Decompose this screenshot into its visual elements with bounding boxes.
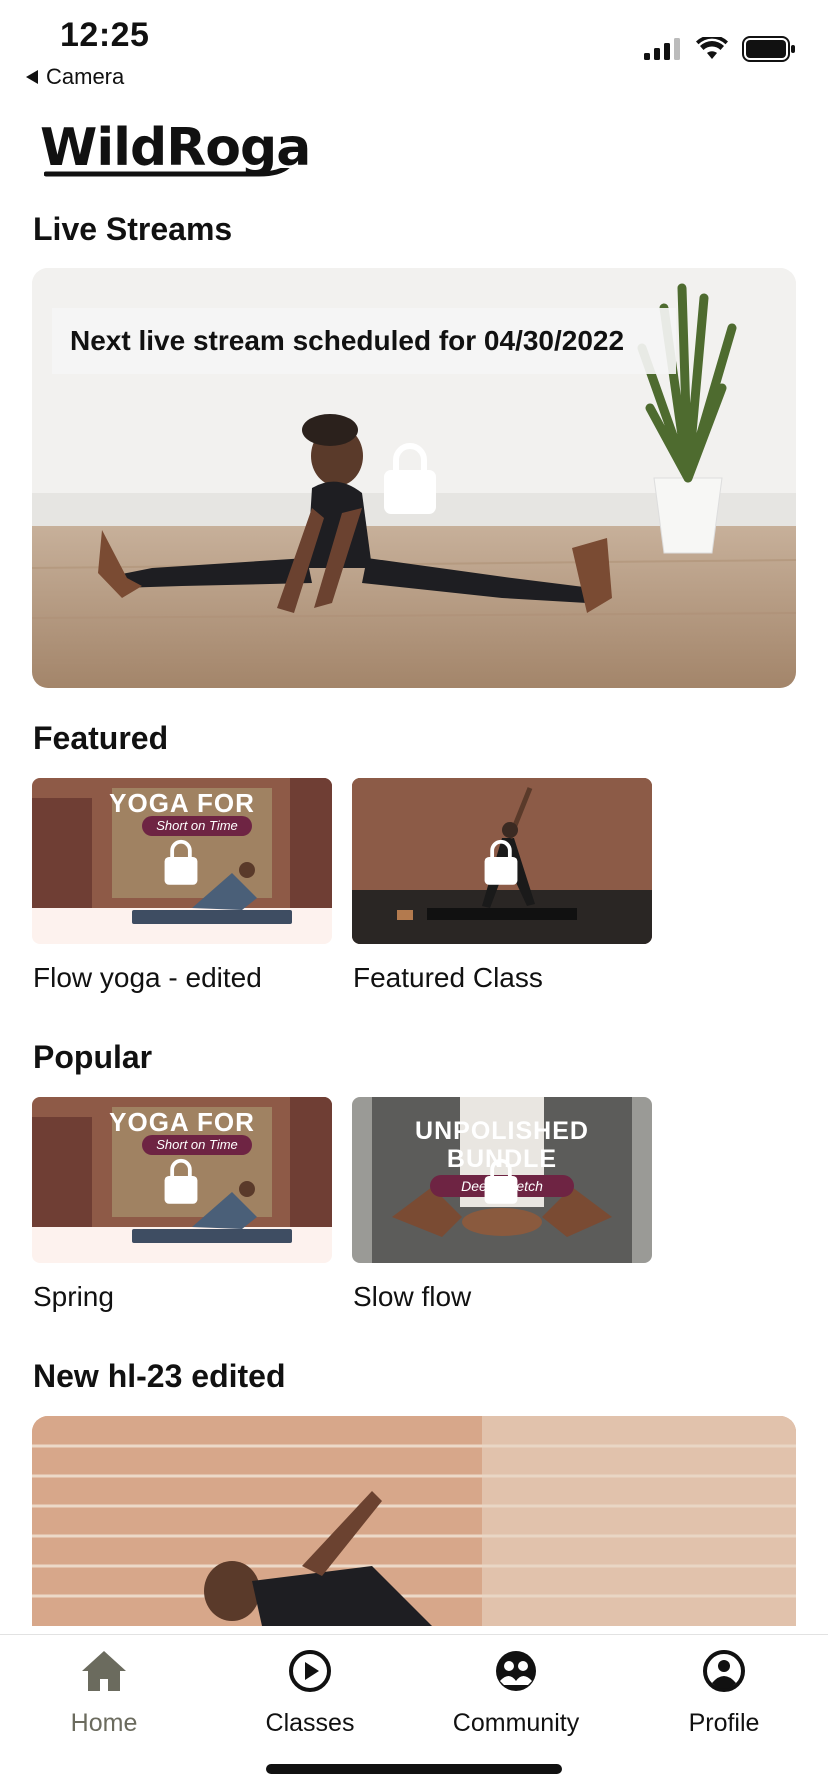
back-to-camera-link[interactable]: Camera [26,64,124,90]
tab-home[interactable]: Home [14,1645,194,1738]
thumbnail-overlay-title: YOGA FOR [109,1107,255,1137]
new-section-title: New hl-23 edited [33,1358,286,1394]
lock-icon [164,839,198,885]
tab-label: Home [70,1709,138,1737]
class-title[interactable]: Spring [33,1281,114,1313]
tab-label: Community [452,1709,580,1737]
tab-label: Classes [265,1709,355,1737]
live-stream-schedule-banner: Next live stream scheduled for 04/30/202… [52,308,676,374]
lock-icon [164,1158,198,1204]
tab-profile[interactable]: Profile [634,1645,814,1738]
class-title[interactable]: Featured Class [353,962,543,994]
popular-class-card-spring[interactable]: YOGA FOR Short on Time [32,1097,332,1263]
thumbnail-overlay-subtitle: Short on Time [142,1135,252,1155]
lock-icon [484,839,518,885]
popular-title: Popular [33,1039,153,1075]
featured-class-card-featured-class[interactable] [352,778,652,944]
back-app-label: Camera [46,64,125,89]
status-bar: 12:25 Camera [0,0,828,92]
cellular-signal-icon [644,38,680,60]
live-stream-card[interactable]: Next live stream scheduled for 04/30/202… [32,268,796,688]
new-section-class-card[interactable] [32,1416,796,1626]
profile-icon [703,1650,745,1692]
live-streams-title: Live Streams [33,211,233,247]
thumbnail-overlay-subtitle: Short on Time [142,816,252,836]
home-indicator[interactable] [266,1764,562,1774]
thumbnail-overlay-title-line-1: UNPOLISHED [415,1117,589,1145]
community-icon [496,1651,536,1691]
popular-class-card-slow-flow[interactable]: UNPOLISHED BUNDLE Deep Stretch [352,1097,652,1263]
featured-title: Featured [33,720,169,756]
home-icon [82,1651,126,1691]
back-arrow-icon [26,70,38,84]
status-icons [644,36,796,62]
play-circle-icon [289,1650,331,1692]
tab-classes[interactable]: Classes [220,1645,400,1738]
class-title[interactable]: Slow flow [353,1281,471,1313]
tab-label: Profile [688,1709,760,1737]
lock-icon [384,443,436,514]
class-title[interactable]: Flow yoga - edited [33,962,262,994]
logo-underline-graphic [44,168,290,177]
wifi-icon [696,37,728,59]
tab-community[interactable]: Community [426,1645,606,1738]
battery-icon [742,36,795,62]
featured-class-card-flow-yoga[interactable]: YOGA FOR Short on Time [32,778,332,944]
status-time: 12:25 [60,16,150,54]
thumbnail-overlay-title: YOGA FOR [109,788,255,818]
class-thumbnail-image [32,1416,796,1626]
lock-icon [484,1158,518,1204]
